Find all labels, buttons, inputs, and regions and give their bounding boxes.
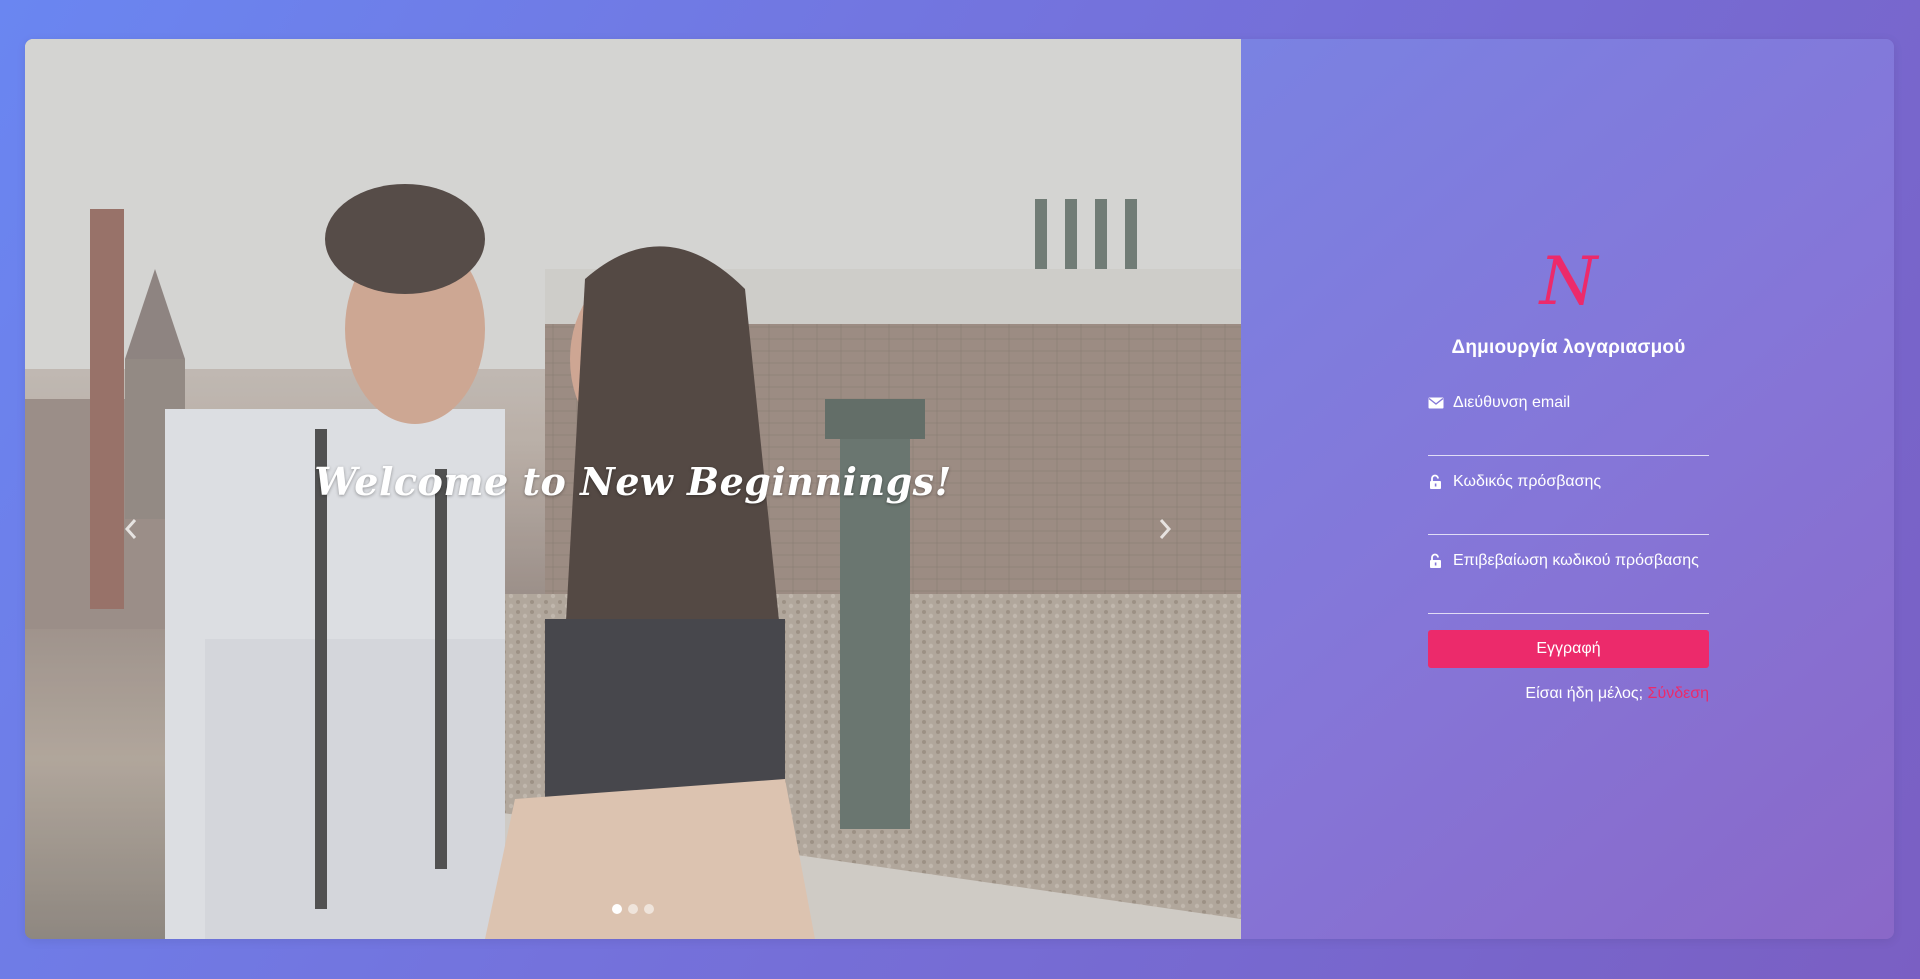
password-field-group: Κωδικός πρόσβασης (1428, 472, 1709, 535)
password-label-text: Κωδικός πρόσβασης (1453, 473, 1602, 490)
carousel-indicator-1[interactable] (612, 904, 622, 914)
brand-logo: N (1539, 243, 1598, 320)
chevron-left-icon (124, 519, 137, 539)
unlock-icon (1430, 474, 1441, 489)
password-input[interactable] (1428, 492, 1709, 535)
carousel-indicator-3[interactable] (644, 904, 654, 914)
register-button[interactable]: Εγγραφή (1428, 630, 1709, 668)
confirm-password-label: Επιβεβαίωση κωδικού πρόσβασης (1428, 551, 1709, 571)
email-label: Διεύθυνση email (1428, 393, 1709, 413)
signup-card: Welcome to New Beginnings! N Δημιουργία … (25, 39, 1894, 939)
chevron-right-icon (1159, 519, 1172, 539)
form-title: Δημιουργία λογαριασμού (1451, 337, 1686, 358)
email-input[interactable] (1428, 413, 1709, 456)
carousel-prev-button[interactable] (115, 509, 147, 549)
slide-caption: Welcome to New Beginnings! (314, 459, 952, 504)
signin-link[interactable]: Σύνδεση (1648, 685, 1709, 702)
envelope-icon (1428, 397, 1444, 409)
signup-panel: N Δημιουργία λογαριασμού Διεύθυνση email (1241, 39, 1894, 939)
signin-prompt: Είσαι ήδη μέλος; Σύνδεση (1428, 685, 1709, 703)
signin-prompt-text: Είσαι ήδη μέλος; (1525, 685, 1644, 702)
confirm-password-field-group: Επιβεβαίωση κωδικού πρόσβασης (1428, 551, 1709, 614)
unlock-icon (1430, 553, 1441, 568)
carousel-indicators (25, 904, 1241, 914)
confirm-password-input[interactable] (1428, 571, 1709, 614)
email-field-group: Διεύθυνση email (1428, 393, 1709, 456)
signup-form: N Δημιουργία λογαριασμού Διεύθυνση email (1428, 249, 1709, 703)
carousel-next-button[interactable] (1149, 509, 1181, 549)
password-label: Κωδικός πρόσβασης (1428, 472, 1709, 492)
image-carousel: Welcome to New Beginnings! (25, 39, 1241, 939)
email-label-text: Διεύθυνση email (1453, 394, 1571, 411)
confirm-password-label-text: Επιβεβαίωση κωδικού πρόσβασης (1453, 552, 1699, 569)
carousel-indicator-2[interactable] (628, 904, 638, 914)
